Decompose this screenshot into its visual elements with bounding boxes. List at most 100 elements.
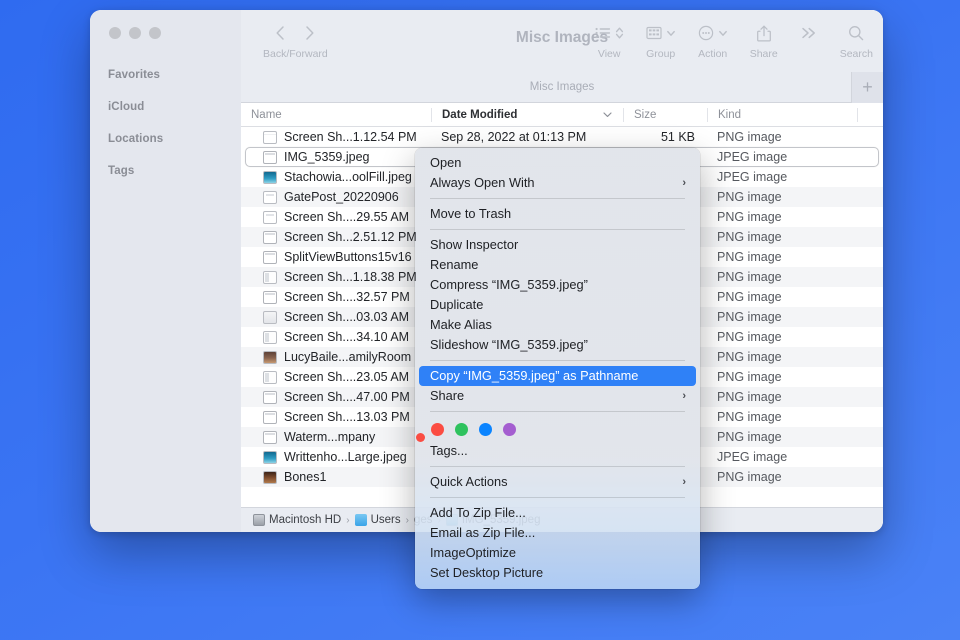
more-toolbar-items-button[interactable]	[800, 10, 818, 60]
circle-ellipsis-icon	[698, 25, 714, 41]
file-name-label: Screen Sh....13.03 PM	[284, 410, 410, 424]
double-chevron-icon	[800, 26, 818, 40]
menu-separator	[430, 411, 685, 412]
file-thumbnail-icon	[263, 310, 277, 324]
file-name-label: Screen Sh....47.00 PM	[284, 390, 410, 404]
menu-item[interactable]: Make Alias	[415, 315, 700, 335]
file-kind-cell: JPEG image	[717, 450, 788, 464]
chevron-left-icon[interactable]	[275, 25, 285, 41]
tag-color-swatch[interactable]	[455, 423, 468, 436]
menu-item[interactable]: Show Inspector	[415, 235, 700, 255]
file-kind-cell: PNG image	[717, 470, 782, 484]
column-header-date-label: Date Modified	[442, 108, 518, 121]
menu-item[interactable]: ImageOptimize	[415, 543, 700, 563]
share-button[interactable]: Share	[750, 10, 778, 60]
tab-misc-images[interactable]: Misc Images	[241, 81, 883, 93]
file-name-cell: Screen Sh...1.12.54 PM	[241, 130, 431, 144]
sidebar-section-favorites[interactable]: Favorites	[90, 59, 241, 91]
file-name-cell: Waterm...mpany	[241, 430, 431, 444]
table-row[interactable]: Screen Sh...1.12.54 PM Sep 28, 2022 at 01…	[241, 127, 883, 147]
menu-item-label: Share	[430, 388, 465, 403]
menu-item-label: Email as Zip File...	[430, 525, 536, 540]
chevron-down-icon[interactable]	[602, 109, 613, 120]
chevron-down-icon	[718, 26, 728, 40]
file-thumbnail-icon	[263, 210, 277, 224]
breadcrumb-separator: ›	[346, 514, 350, 526]
menu-item[interactable]: Email as Zip File...	[415, 523, 700, 543]
menu-separator	[430, 466, 685, 467]
column-header-date-modified[interactable]: Date Modified	[431, 107, 623, 122]
tag-color-swatch[interactable]	[431, 423, 444, 436]
menu-item-label: Move to Trash	[430, 206, 512, 221]
chevron-right-icon: ›	[682, 177, 686, 189]
file-name-label: Screen Sh...1.12.54 PM	[284, 130, 417, 144]
sidebar-section-locations[interactable]: Locations	[90, 123, 241, 155]
back-forward-group[interactable]: Back/Forward	[263, 10, 328, 60]
menu-item-label: Set Desktop Picture	[430, 565, 544, 580]
file-name-cell: Screen Sh....47.00 PM	[241, 390, 431, 404]
file-thumbnail-icon	[263, 410, 277, 424]
file-thumbnail-icon	[263, 270, 277, 284]
menu-item-label: Make Alias	[430, 317, 492, 332]
file-kind-cell: PNG image	[717, 370, 782, 384]
context-menu[interactable]: Open Always Open With › Move to Trash Show I…	[415, 148, 700, 589]
file-name-cell: Screen Sh....23.05 AM	[241, 370, 431, 384]
file-name-label: Screen Sh....03.03 AM	[284, 310, 410, 324]
menu-item-label: Add To Zip File...	[430, 505, 526, 520]
menu-item-label: Slideshow “IMG_5359.jpeg”	[430, 337, 588, 352]
file-size-cell: 51 KB	[660, 130, 695, 144]
file-thumbnail-icon	[263, 170, 277, 184]
file-kind-cell: PNG image	[717, 410, 782, 424]
close-button[interactable]	[109, 27, 121, 39]
file-name-label: IMG_5359.jpeg	[284, 150, 370, 164]
menu-item[interactable]: Quick Actions ›	[415, 472, 700, 492]
menu-item[interactable]: Tags...	[415, 441, 700, 461]
menu-item[interactable]: Move to Trash	[415, 204, 700, 224]
menu-item[interactable]: Rename	[415, 255, 700, 275]
column-header-name[interactable]: Name	[241, 108, 431, 122]
menu-item[interactable]: Add To Zip File...	[415, 503, 700, 523]
breadcrumb-item[interactable]: Users	[354, 514, 401, 526]
menu-item[interactable]: Always Open With ›	[415, 173, 700, 193]
file-thumbnail-icon	[263, 150, 277, 164]
breadcrumb-item[interactable]: Macintosh HD	[253, 514, 341, 526]
column-header-kind[interactable]: Kind	[707, 107, 857, 122]
tag-color-swatch[interactable]	[479, 423, 492, 436]
menu-item[interactable]: Copy “IMG_5359.jpeg” as Pathname	[419, 366, 696, 386]
sidebar-section-list: Favorites iCloud Locations Tags	[90, 59, 241, 187]
chevron-right-icon[interactable]	[305, 25, 315, 41]
sidebar-section-tags[interactable]: Tags	[90, 155, 241, 187]
minimize-button[interactable]	[129, 27, 141, 39]
traffic-lights	[90, 10, 241, 39]
action-label: Action	[698, 48, 728, 60]
file-thumbnail-icon	[263, 350, 277, 364]
grid-icon	[646, 26, 662, 40]
maximize-button[interactable]	[149, 27, 161, 39]
column-header-size[interactable]: Size	[623, 107, 707, 122]
file-name-cell: Stachowia...oolFill.jpeg	[241, 170, 431, 184]
sidebar-section-icloud[interactable]: iCloud	[90, 91, 241, 123]
file-name-label: GatePost_20220906	[284, 190, 399, 204]
folder-icon	[354, 514, 367, 526]
menu-separator	[430, 497, 685, 498]
tag-color-swatch[interactable]	[503, 423, 516, 436]
file-name-cell: Screen Sh....03.03 AM	[241, 310, 431, 324]
file-kind-cell: PNG image	[717, 270, 782, 284]
action-button[interactable]: Action	[698, 10, 728, 60]
search-button[interactable]: Search	[840, 10, 873, 60]
sidebar-section-label: Tags	[108, 165, 135, 177]
file-name-cell: Bones1	[241, 470, 431, 484]
menu-item[interactable]: Duplicate	[415, 295, 700, 315]
view-button[interactable]: View	[595, 10, 624, 60]
menu-item[interactable]: Set Desktop Picture	[415, 563, 700, 583]
tag-color-row	[415, 417, 700, 441]
new-tab-button[interactable]: +	[851, 72, 883, 103]
file-name-label: Screen Sh....32.57 PM	[284, 290, 410, 304]
file-kind-cell: PNG image	[717, 350, 782, 364]
menu-item[interactable]: Compress “IMG_5359.jpeg”	[415, 275, 700, 295]
menu-item[interactable]: Slideshow “IMG_5359.jpeg”	[415, 335, 700, 355]
menu-item[interactable]: Open	[415, 153, 700, 173]
menu-item[interactable]: Share ›	[415, 386, 700, 406]
group-button[interactable]: Group	[646, 10, 676, 60]
chevron-right-icon: ›	[682, 476, 686, 488]
